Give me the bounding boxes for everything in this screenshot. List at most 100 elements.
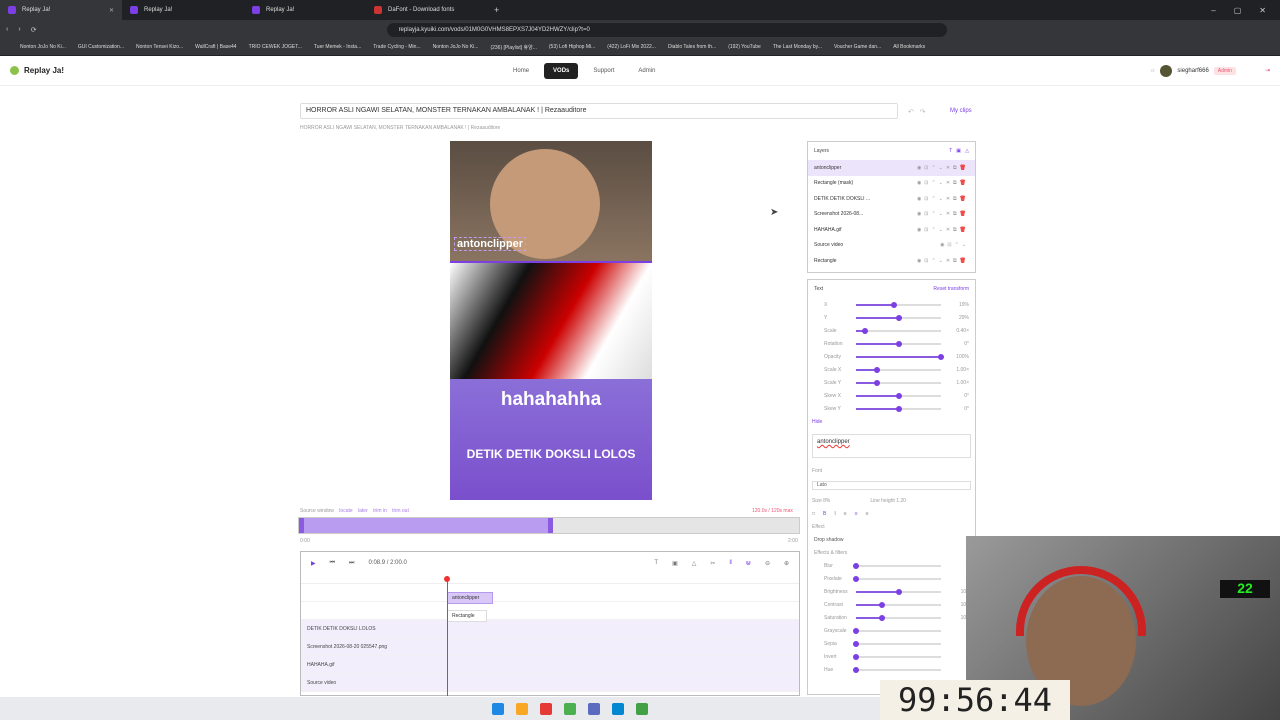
locate-link[interactable]: locate (339, 508, 352, 514)
source-window-strip[interactable] (298, 517, 800, 534)
name-tag-text[interactable]: antonclipper (454, 237, 527, 251)
nav-vods[interactable]: VODs (544, 62, 579, 79)
reset-transform-button[interactable]: Reset transform (933, 286, 969, 292)
hide-toggle[interactable]: Hide (808, 415, 975, 428)
timeline-clip[interactable]: antonclipper (447, 592, 493, 604)
timeline-track[interactable]: HAHAHA.gif (301, 656, 799, 674)
filters-label[interactable]: Effects & filters (808, 546, 975, 559)
timeline-track[interactable] (301, 584, 799, 602)
bookmark[interactable]: (192) YouTube (728, 44, 761, 50)
browser-tab[interactable]: Replay Ja! ✕ (0, 0, 122, 20)
slider-knob[interactable] (874, 379, 881, 386)
theme-toggle-icon[interactable]: ☼ (1150, 68, 1156, 74)
brave-icon[interactable] (540, 702, 552, 715)
bookmark[interactable]: WallCraft | Base44 (195, 44, 236, 50)
undo-redo-icons[interactable]: ↶ ↷ (908, 108, 926, 116)
timeline-track[interactable]: DETIK DETIK DOKSLI LOLOS (301, 620, 799, 638)
slider-knob[interactable] (878, 614, 885, 621)
layer-actions[interactable]: ◉⊡⌃⌄✕⧉🗑 (917, 211, 975, 217)
slider-knob[interactable] (895, 340, 902, 347)
bookmark[interactable]: The Last Monday by... (773, 44, 822, 50)
browser-tab[interactable]: Replay Ja! (122, 0, 244, 20)
property-slider[interactable] (856, 614, 941, 621)
zoom-out-icon[interactable]: ⊖ (765, 560, 770, 567)
layer-item[interactable]: Rectangle (mask) ◉⊡⌃⌄✕⧉🗑 (808, 176, 975, 192)
text-content-input[interactable]: antonclipper (812, 434, 971, 458)
trim-in-link[interactable]: trim in (373, 508, 387, 514)
property-slider[interactable] (856, 340, 941, 347)
caption-text[interactable]: DETIK DETIK DOKSLI LOLOS (467, 447, 636, 461)
playhead-handle[interactable] (444, 576, 450, 582)
align-right-button[interactable]: ≡ (866, 511, 869, 517)
preview-canvas[interactable]: antonclipper hahahahha DETIK DETIK DOKSL… (450, 141, 652, 500)
slider-knob[interactable] (874, 366, 881, 373)
layer-actions[interactable]: ◉⊡⌃⌄✕⧉🗑 (917, 165, 975, 171)
play-icon[interactable]: ▶ (311, 560, 316, 567)
property-slider[interactable] (856, 588, 941, 595)
add-image-icon[interactable]: ▣ (672, 560, 678, 567)
split-icon[interactable]: ‖ (729, 560, 731, 567)
bookmark[interactable]: Nonton JoJo No Ki... (433, 44, 479, 50)
close-window-icon[interactable]: ✕ (1259, 6, 1266, 15)
minimize-icon[interactable]: – (1211, 6, 1215, 15)
property-slider[interactable] (856, 301, 941, 308)
color-swatch[interactable]: □ (812, 511, 815, 517)
layer-actions[interactable]: ◉⊡⌃⌄✕⧉🗑 (917, 180, 975, 186)
explorer-icon[interactable] (516, 702, 528, 715)
my-clips-link[interactable]: My clips (950, 108, 972, 114)
logout-icon[interactable]: ⇥ (1265, 67, 1270, 74)
property-slider[interactable] (853, 653, 941, 660)
layer-item[interactable]: Source video ◉⊡⌃⌄ (808, 238, 975, 254)
align-center-button[interactable]: ≡ (855, 511, 858, 517)
skip-back-icon[interactable]: ⏮ (330, 560, 335, 567)
bookmark[interactable]: Diablo Tales from th... (668, 44, 716, 50)
slider-knob[interactable] (853, 653, 859, 660)
cut-icon[interactable]: ✂ (710, 560, 715, 567)
user-menu[interactable]: ☼ siegharf666 Admin ⇥ (1150, 64, 1270, 77)
skip-forward-icon[interactable]: ⏭ (349, 560, 354, 567)
trim-out-handle[interactable] (548, 518, 553, 533)
property-slider[interactable] (856, 392, 941, 399)
discord-icon[interactable] (588, 702, 600, 715)
slider-knob[interactable] (895, 314, 902, 321)
reload-icon[interactable]: ⟳ (31, 26, 37, 34)
font-select[interactable]: Lato (812, 481, 971, 490)
zoom-in-icon[interactable]: ⊕ (784, 560, 789, 567)
bookmark[interactable]: (236) [Playlist] 휴양... (490, 44, 536, 51)
nav-admin[interactable]: Admin (629, 63, 664, 79)
property-slider[interactable] (856, 379, 941, 386)
timeline-track[interactable]: Screenshot 2026-08-20 025547.png (301, 638, 799, 656)
layer-actions[interactable]: ◉⊡⌃⌄ (940, 242, 975, 248)
browser-tab[interactable]: Replay Ja! (244, 0, 366, 20)
bold-button[interactable]: B (823, 511, 826, 517)
property-slider[interactable] (856, 327, 941, 334)
layer-add-icons[interactable]: T ▣ △ (949, 148, 969, 154)
property-slider[interactable] (856, 314, 941, 321)
layer-actions[interactable]: ◉⊡⌃⌄✕⧉🗑 (917, 196, 975, 202)
timeline-ruler[interactable] (301, 574, 799, 584)
bookmark[interactable]: Voucher Game dan... (834, 44, 881, 50)
slider-knob[interactable] (853, 666, 859, 673)
add-shape-icon[interactable]: △ (692, 560, 697, 567)
playhead[interactable] (447, 576, 448, 696)
effect-select[interactable]: Drop shadow (808, 533, 975, 546)
slider-knob[interactable] (895, 392, 902, 399)
slider-knob[interactable] (853, 575, 859, 582)
bookmark[interactable]: Trade Cycling - Min... (373, 44, 420, 50)
url-field[interactable]: replayja.kyuiki.com/vods/01M0G0VHMS8EPXS… (386, 22, 947, 37)
start-icon[interactable] (492, 702, 504, 715)
close-tab-icon[interactable]: ✕ (109, 7, 114, 14)
slider-knob[interactable] (895, 405, 902, 412)
property-slider[interactable] (856, 601, 941, 608)
bookmark[interactable]: (422) LoFi Mix 2022... (607, 44, 656, 50)
snap-icon[interactable]: ⋓ (746, 560, 751, 567)
slider-knob[interactable] (853, 562, 859, 569)
slider-knob[interactable] (891, 301, 898, 308)
slider-knob[interactable] (861, 327, 868, 334)
bookmark[interactable]: Tuer Memek - Insta... (314, 44, 361, 50)
bookmark[interactable]: Nonton Tensei Kizo... (136, 44, 183, 50)
layer-item[interactable]: antonclipper ◉⊡⌃⌄✕⧉🗑 (808, 160, 975, 176)
back-icon[interactable]: ‹ (6, 26, 8, 33)
property-slider[interactable] (853, 666, 941, 673)
trim-out-link[interactable]: trim out (392, 508, 409, 514)
